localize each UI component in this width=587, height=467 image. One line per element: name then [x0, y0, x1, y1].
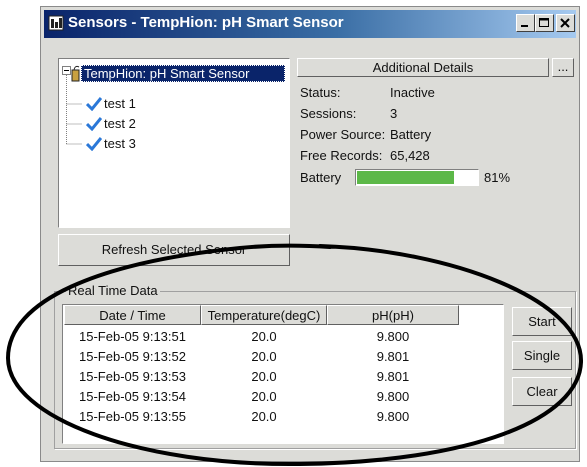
- table-row-1-ph: 9.800: [376, 329, 410, 344]
- free-records-value: 65,428: [390, 148, 430, 163]
- check-icon: [86, 137, 102, 151]
- table-row-4-temperature: 20.0: [251, 389, 277, 404]
- check-icon: [86, 117, 102, 131]
- free-records-label: Free Records:: [300, 148, 383, 163]
- sessions-label: Sessions:: [300, 106, 357, 121]
- tree-root-sensor[interactable]: TempHion: pH Smart Sensor: [81, 65, 285, 82]
- column-header-ph[interactable]: pH(pH): [327, 305, 459, 325]
- table-row-4-datetime: 15-Feb-05 9:13:54: [79, 389, 186, 404]
- table-row-1-datetime: 15-Feb-05 9:13:51: [79, 329, 186, 344]
- additional-details-header[interactable]: Additional Details: [297, 58, 549, 77]
- table-row-5-datetime: 15-Feb-05 9:13:55: [79, 409, 186, 424]
- table-row-5-temperature: 20.0: [251, 409, 277, 424]
- real-time-data-label: Real Time Data: [66, 283, 160, 298]
- tree-item-test-2[interactable]: test 2: [104, 116, 136, 131]
- minimize-button[interactable]: [516, 14, 535, 32]
- refresh-selected-sensor-button[interactable]: Refresh Selected Sensor: [58, 234, 290, 266]
- column-header-datetime[interactable]: Date / Time: [64, 305, 201, 325]
- status-value: Inactive: [390, 85, 435, 100]
- power-source-value: Battery: [390, 127, 432, 142]
- table-row-2-datetime: 15-Feb-05 9:13:52: [79, 349, 186, 364]
- maximize-icon: [539, 18, 549, 27]
- battery-label: Battery: [300, 170, 342, 185]
- table-row-2-temperature: 20.0: [251, 349, 277, 364]
- clear-button[interactable]: Clear: [512, 377, 572, 406]
- table-row-2-ph: 9.801: [376, 349, 410, 364]
- window-title: Sensors - TempHion: pH Smart Sensor: [68, 14, 344, 31]
- status-label: Status:: [300, 85, 341, 100]
- close-button[interactable]: [556, 14, 575, 32]
- minimize-icon: [521, 25, 528, 27]
- close-icon: [560, 18, 570, 28]
- battery-percent: 81%: [484, 170, 511, 185]
- power-source-label: Power Source:: [300, 127, 386, 142]
- maximize-button[interactable]: [535, 14, 554, 32]
- details-more-button[interactable]: ...: [552, 58, 574, 77]
- table-row-5-ph: 9.800: [376, 409, 410, 424]
- tree-item-test-3[interactable]: test 3: [104, 136, 136, 151]
- table-row-4-ph: 9.800: [376, 389, 410, 404]
- column-header-temperature[interactable]: Temperature(degC): [201, 305, 327, 325]
- battery-progress-bar: [355, 169, 479, 186]
- table-row-3-datetime: 15-Feb-05 9:13:53: [79, 369, 186, 384]
- battery-progress-fill: [357, 171, 454, 184]
- table-row-3-temperature: 20.0: [251, 369, 277, 384]
- table-row-1-temperature: 20.0: [251, 329, 277, 344]
- app-icon: [48, 15, 64, 31]
- single-button[interactable]: Single: [512, 341, 572, 370]
- tree-item-test-1[interactable]: test 1: [104, 96, 136, 111]
- sessions-value: 3: [390, 106, 398, 121]
- start-button[interactable]: Start: [512, 307, 572, 336]
- table-row-3-ph: 9.801: [376, 369, 410, 384]
- check-icon: [86, 97, 102, 111]
